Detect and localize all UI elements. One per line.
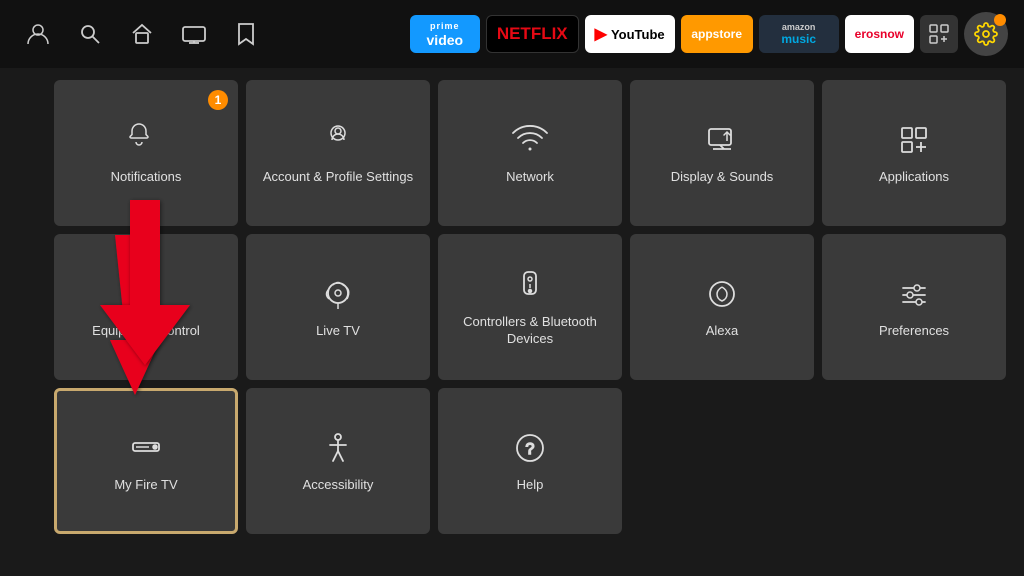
my-fire-tv-icon: [127, 429, 165, 467]
home-icon[interactable]: [120, 12, 164, 56]
grid-row-2: Equipment Control Live TV: [54, 234, 970, 380]
youtube-app[interactable]: ▶ YouTube: [585, 15, 675, 53]
alexa-icon: [703, 275, 741, 313]
profile-icon[interactable]: [16, 12, 60, 56]
account-tile[interactable]: Account & Profile Settings: [246, 80, 430, 226]
account-icon: [319, 121, 357, 159]
preferences-tile[interactable]: Preferences: [822, 234, 1006, 380]
applications-icon: [895, 121, 933, 159]
preferences-label: Preferences: [871, 323, 957, 340]
my-fire-tv-tile[interactable]: My Fire TV: [54, 388, 238, 534]
nav-apps: prime video NETFLIX ▶ YouTube appstore a…: [410, 12, 1008, 56]
applications-tile[interactable]: Applications: [822, 80, 1006, 226]
prime-video-app[interactable]: prime video: [410, 15, 480, 53]
equipment-control-tile[interactable]: Equipment Control: [54, 234, 238, 380]
bookmark-icon[interactable]: [224, 12, 268, 56]
settings-grid: 1 Notifications Account & Profile Settin…: [0, 68, 1024, 546]
tv-icon[interactable]: [172, 12, 216, 56]
settings-notification-dot: [994, 14, 1006, 26]
settings-icon[interactable]: [964, 12, 1008, 56]
preferences-icon: [895, 275, 933, 313]
svg-text:?: ?: [526, 441, 535, 458]
controllers-label: Controllers & Bluetooth Devices: [438, 314, 622, 348]
network-label: Network: [498, 169, 562, 186]
grid-row-3: My Fire TV Accessibility ?: [54, 388, 970, 534]
notifications-icon: [127, 121, 165, 159]
help-icon: ?: [511, 429, 549, 467]
notifications-tile[interactable]: 1 Notifications: [54, 80, 238, 226]
display-sounds-tile[interactable]: Display & Sounds: [630, 80, 814, 226]
alexa-tile[interactable]: Alexa: [630, 234, 814, 380]
appstore-app[interactable]: appstore: [681, 15, 753, 53]
applications-label: Applications: [871, 169, 957, 186]
display-sounds-icon: [703, 121, 741, 159]
accessibility-tile[interactable]: Accessibility: [246, 388, 430, 534]
live-tv-tile[interactable]: Live TV: [246, 234, 430, 380]
accessibility-icon: [319, 429, 357, 467]
display-sounds-label: Display & Sounds: [663, 169, 782, 186]
network-icon: [511, 121, 549, 159]
search-icon[interactable]: [68, 12, 112, 56]
equipment-control-label: Equipment Control: [84, 323, 208, 340]
network-tile[interactable]: Network: [438, 80, 622, 226]
accessibility-label: Accessibility: [295, 477, 382, 494]
netflix-app[interactable]: NETFLIX: [486, 15, 579, 53]
controllers-tile[interactable]: Controllers & Bluetooth Devices: [438, 234, 622, 380]
equipment-control-icon: [127, 275, 165, 313]
live-tv-label: Live TV: [308, 323, 368, 340]
my-fire-tv-label: My Fire TV: [106, 477, 185, 494]
amazon-music-app[interactable]: amazon music: [759, 15, 839, 53]
notifications-label: Notifications: [103, 169, 190, 186]
apps-grid-icon[interactable]: [920, 15, 958, 53]
alexa-label: Alexa: [698, 323, 747, 340]
erosnow-app[interactable]: erosnow: [845, 15, 914, 53]
controllers-icon: [511, 266, 549, 304]
account-label: Account & Profile Settings: [255, 169, 421, 186]
top-nav: prime video NETFLIX ▶ YouTube appstore a…: [0, 0, 1024, 68]
live-tv-icon: [319, 275, 357, 313]
help-label: Help: [509, 477, 552, 494]
notification-badge: 1: [208, 90, 228, 110]
help-tile[interactable]: ? Help: [438, 388, 622, 534]
grid-row-1: 1 Notifications Account & Profile Settin…: [54, 80, 970, 226]
